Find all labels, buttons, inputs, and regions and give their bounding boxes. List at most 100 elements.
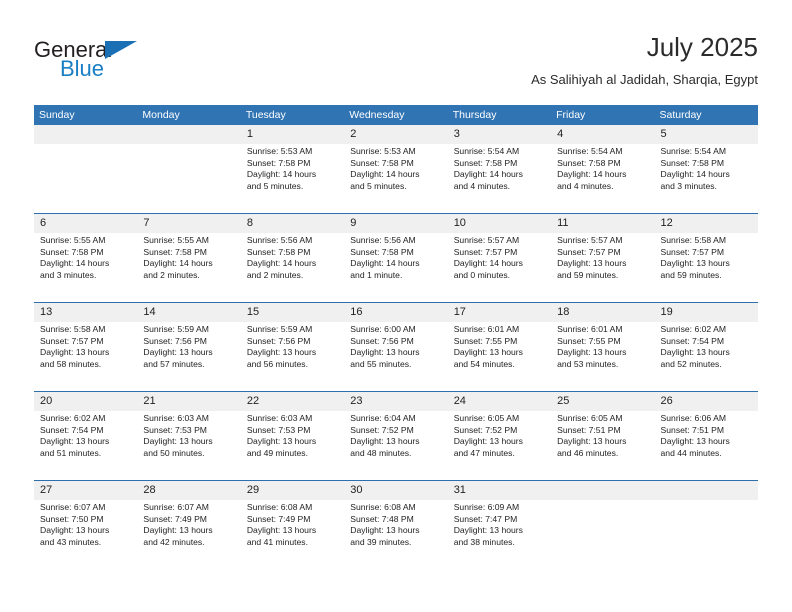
daylight-text: Daylight: 13 hours: [557, 347, 627, 358]
day-number[interactable]: 6: [34, 213, 138, 233]
day-number[interactable]: [137, 125, 241, 144]
day-cell[interactable]: Sunrise: 5:54 AM Sunset: 7:58 PM Dayligh…: [447, 144, 552, 214]
day-number[interactable]: 15: [240, 302, 345, 322]
day-number[interactable]: 24: [447, 391, 552, 411]
day-number[interactable]: 7: [137, 213, 241, 233]
day-number[interactable]: 25: [551, 391, 655, 411]
day-number[interactable]: 29: [240, 480, 345, 500]
daylight-text: Daylight: 13 hours: [660, 347, 730, 358]
sunrise-text: Sunrise: 6:07 AM: [40, 502, 106, 512]
day-number[interactable]: 20: [34, 391, 138, 411]
title-block: July 2025 As Salihiyah al Jadidah, Sharq…: [531, 30, 758, 90]
sunrise-text: Sunrise: 6:08 AM: [350, 502, 416, 512]
day-number[interactable]: 23: [344, 391, 448, 411]
daylight-text-cont: and 5 minutes.: [350, 180, 407, 191]
day-cell[interactable]: Sunrise: 5:54 AM Sunset: 7:58 PM Dayligh…: [654, 144, 758, 214]
day-cell[interactable]: Sunrise: 6:07 AM Sunset: 7:49 PM Dayligh…: [137, 500, 241, 569]
day-number[interactable]: 28: [137, 480, 241, 500]
day-cell[interactable]: Sunrise: 5:56 AM Sunset: 7:58 PM Dayligh…: [240, 233, 345, 303]
sunrise-text: Sunrise: 5:53 AM: [246, 146, 313, 156]
day-number[interactable]: 14: [137, 302, 241, 322]
day-number[interactable]: 22: [240, 391, 345, 411]
sunrise-text: Sunrise: 6:06 AM: [660, 413, 726, 423]
week-3-details: Sunrise: 5:58 AM Sunset: 7:57 PM Dayligh…: [34, 322, 758, 392]
day-cell[interactable]: Sunrise: 6:00 AM Sunset: 7:56 PM Dayligh…: [344, 322, 448, 392]
day-number[interactable]: 26: [654, 391, 758, 411]
day-cell[interactable]: Sunrise: 5:53 AM Sunset: 7:58 PM Dayligh…: [240, 144, 345, 214]
day-cell[interactable]: [551, 500, 655, 569]
daylight-text: Daylight: 13 hours: [350, 525, 420, 536]
day-cell[interactable]: Sunrise: 6:09 AM Sunset: 7:47 PM Dayligh…: [447, 500, 552, 569]
day-number[interactable]: [654, 480, 758, 500]
day-cell[interactable]: [137, 144, 241, 214]
day-number[interactable]: 27: [34, 480, 138, 500]
day-cell[interactable]: Sunrise: 6:02 AM Sunset: 7:54 PM Dayligh…: [654, 322, 758, 392]
sunset-text: Sunset: 7:53 PM: [246, 424, 311, 435]
day-number[interactable]: 19: [654, 302, 758, 322]
day-number[interactable]: 17: [447, 302, 552, 322]
day-cell[interactable]: Sunrise: 6:05 AM Sunset: 7:52 PM Dayligh…: [447, 411, 552, 481]
day-number[interactable]: 13: [34, 302, 138, 322]
general-blue-logo[interactable]: General Blue: [34, 38, 174, 86]
day-number[interactable]: 16: [344, 302, 448, 322]
day-cell[interactable]: Sunrise: 6:06 AM Sunset: 7:51 PM Dayligh…: [654, 411, 758, 481]
day-number[interactable]: 8: [240, 213, 345, 233]
day-cell[interactable]: [654, 500, 758, 569]
day-number[interactable]: 2: [344, 125, 448, 144]
sunrise-text: Sunrise: 5:54 AM: [557, 146, 623, 156]
daylight-text-cont: and 53 minutes.: [557, 358, 619, 369]
day-cell[interactable]: Sunrise: 5:58 AM Sunset: 7:57 PM Dayligh…: [34, 322, 138, 392]
day-cell[interactable]: Sunrise: 6:01 AM Sunset: 7:55 PM Dayligh…: [447, 322, 552, 392]
day-cell[interactable]: Sunrise: 6:02 AM Sunset: 7:54 PM Dayligh…: [34, 411, 138, 481]
day-number[interactable]: 31: [447, 480, 552, 500]
day-number[interactable]: [34, 125, 138, 144]
day-number[interactable]: 21: [137, 391, 241, 411]
sunset-text: Sunset: 7:49 PM: [246, 513, 311, 524]
day-number[interactable]: 10: [447, 213, 552, 233]
day-cell[interactable]: Sunrise: 6:05 AM Sunset: 7:51 PM Dayligh…: [551, 411, 655, 481]
day-cell[interactable]: Sunrise: 5:54 AM Sunset: 7:58 PM Dayligh…: [551, 144, 655, 214]
daylight-text-cont: and 46 minutes.: [557, 447, 619, 458]
day-number[interactable]: 11: [551, 213, 655, 233]
day-cell[interactable]: Sunrise: 6:03 AM Sunset: 7:53 PM Dayligh…: [240, 411, 345, 481]
day-cell[interactable]: Sunrise: 6:01 AM Sunset: 7:55 PM Dayligh…: [551, 322, 655, 392]
day-cell[interactable]: Sunrise: 5:57 AM Sunset: 7:57 PM Dayligh…: [551, 233, 655, 303]
day-cell[interactable]: [34, 144, 138, 214]
sunrise-text: Sunrise: 6:02 AM: [660, 324, 726, 334]
day-cell[interactable]: Sunrise: 5:56 AM Sunset: 7:58 PM Dayligh…: [344, 233, 448, 303]
daylight-text: Daylight: 13 hours: [557, 436, 627, 447]
day-cell[interactable]: Sunrise: 6:08 AM Sunset: 7:48 PM Dayligh…: [344, 500, 448, 569]
day-cell[interactable]: Sunrise: 5:58 AM Sunset: 7:57 PM Dayligh…: [654, 233, 758, 303]
daylight-text-cont: and 38 minutes.: [453, 536, 515, 547]
day-cell[interactable]: Sunrise: 5:57 AM Sunset: 7:57 PM Dayligh…: [447, 233, 552, 303]
day-number[interactable]: [551, 480, 655, 500]
day-number[interactable]: 1: [240, 125, 345, 144]
day-number[interactable]: 18: [551, 302, 655, 322]
sunrise-text: Sunrise: 6:01 AM: [557, 324, 623, 334]
day-cell[interactable]: Sunrise: 6:07 AM Sunset: 7:50 PM Dayligh…: [34, 500, 138, 569]
daylight-text-cont: and 48 minutes.: [350, 447, 412, 458]
day-cell[interactable]: Sunrise: 5:55 AM Sunset: 7:58 PM Dayligh…: [34, 233, 138, 303]
sunrise-text: Sunrise: 6:05 AM: [557, 413, 623, 423]
sunset-text: Sunset: 7:55 PM: [453, 335, 518, 346]
day-number[interactable]: 3: [447, 125, 552, 144]
day-number[interactable]: 30: [344, 480, 448, 500]
day-number[interactable]: 5: [654, 125, 758, 144]
day-cell[interactable]: Sunrise: 5:55 AM Sunset: 7:58 PM Dayligh…: [137, 233, 241, 303]
weekday-header-sunday: Sunday: [34, 105, 138, 125]
sunset-text: Sunset: 7:58 PM: [143, 246, 207, 257]
day-number[interactable]: 4: [551, 125, 655, 144]
weekday-header-saturday: Saturday: [654, 105, 758, 125]
daylight-text: Daylight: 13 hours: [143, 525, 213, 536]
week-2-details: Sunrise: 5:55 AM Sunset: 7:58 PM Dayligh…: [34, 233, 758, 303]
day-cell[interactable]: Sunrise: 5:59 AM Sunset: 7:56 PM Dayligh…: [240, 322, 345, 392]
logo-triangle-icon: [105, 41, 137, 59]
daylight-text: Daylight: 14 hours: [246, 169, 317, 180]
day-cell[interactable]: Sunrise: 5:53 AM Sunset: 7:58 PM Dayligh…: [344, 144, 448, 214]
day-cell[interactable]: Sunrise: 6:04 AM Sunset: 7:52 PM Dayligh…: [344, 411, 448, 481]
day-number[interactable]: 9: [344, 213, 448, 233]
day-cell[interactable]: Sunrise: 5:59 AM Sunset: 7:56 PM Dayligh…: [137, 322, 241, 392]
day-cell[interactable]: Sunrise: 6:03 AM Sunset: 7:53 PM Dayligh…: [137, 411, 241, 481]
day-cell[interactable]: Sunrise: 6:08 AM Sunset: 7:49 PM Dayligh…: [240, 500, 345, 569]
day-number[interactable]: 12: [654, 213, 758, 233]
